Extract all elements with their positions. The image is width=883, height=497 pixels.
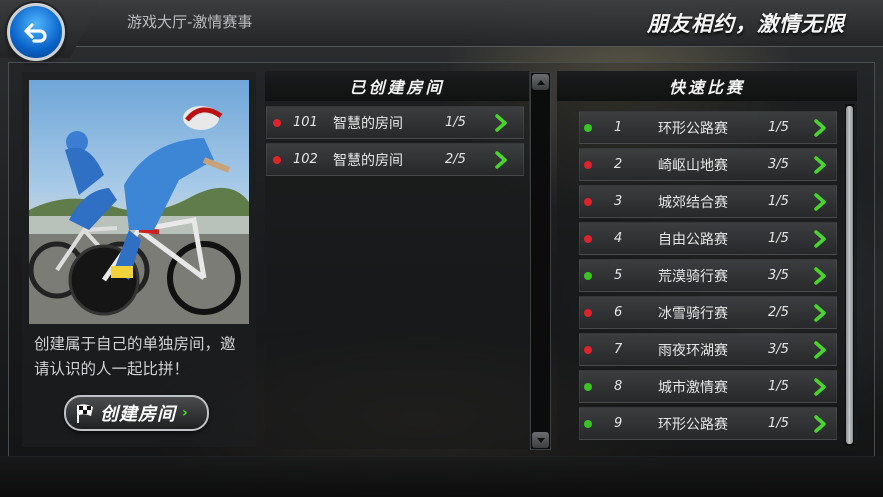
quick-match-row[interactable]: 7 雨夜环湖赛 3/5 bbox=[579, 333, 837, 366]
status-dot bbox=[584, 345, 592, 354]
match-number: 5 bbox=[614, 268, 623, 283]
room-name: 智慧的房间 bbox=[333, 152, 403, 169]
quick-match-row[interactable]: 1 环形公路赛 1/5 bbox=[579, 111, 837, 144]
status-dot bbox=[273, 155, 281, 164]
status-dot bbox=[584, 197, 592, 206]
match-number: 6 bbox=[614, 305, 623, 320]
join-match-button[interactable] bbox=[814, 266, 826, 285]
match-player-count: 3/5 bbox=[768, 157, 789, 172]
join-match-button[interactable] bbox=[814, 155, 826, 174]
match-name: 环形公路赛 bbox=[658, 120, 728, 137]
match-number: 8 bbox=[614, 379, 623, 394]
status-dot bbox=[584, 123, 592, 132]
scroll-up-button[interactable] bbox=[532, 74, 549, 90]
arrow-right-icon bbox=[814, 414, 826, 433]
enter-room-button[interactable] bbox=[495, 150, 507, 169]
arrow-right-icon bbox=[814, 229, 826, 248]
match-name: 自由公路赛 bbox=[658, 231, 728, 248]
room-player-count: 2/5 bbox=[445, 152, 466, 167]
match-number: 7 bbox=[614, 342, 623, 357]
join-match-button[interactable] bbox=[814, 229, 826, 248]
match-name: 崎岖山地赛 bbox=[658, 157, 728, 174]
status-dot bbox=[584, 419, 592, 428]
breadcrumb: 游戏大厅-激情赛事 bbox=[127, 13, 253, 31]
cyclists-image bbox=[29, 80, 249, 324]
room-player-count: 1/5 bbox=[445, 115, 466, 130]
room-name: 智慧的房间 bbox=[333, 115, 403, 132]
match-number: 2 bbox=[614, 157, 623, 172]
match-name: 冰雪骑行赛 bbox=[658, 305, 728, 322]
arrow-right-icon bbox=[495, 113, 507, 132]
match-number: 9 bbox=[614, 416, 623, 431]
arrow-right-icon bbox=[814, 155, 826, 174]
slogan-title: 朋友相约，激情无限 bbox=[647, 12, 845, 36]
status-dot bbox=[584, 234, 592, 243]
created-rooms-title: 已创建房间 bbox=[265, 71, 529, 101]
room-id: 102 bbox=[293, 152, 318, 167]
match-number: 3 bbox=[614, 194, 623, 209]
match-player-count: 1/5 bbox=[768, 120, 789, 135]
quick-match-row[interactable]: 2 崎岖山地赛 3/5 bbox=[579, 148, 837, 181]
match-player-count: 1/5 bbox=[768, 231, 789, 246]
arrow-right-icon bbox=[814, 118, 826, 137]
match-player-count: 3/5 bbox=[768, 268, 789, 283]
create-room-button-label: 创建房间 bbox=[100, 404, 176, 425]
created-room-row[interactable]: 102 智慧的房间 2/5 bbox=[266, 143, 524, 176]
join-match-button[interactable] bbox=[814, 118, 826, 137]
join-match-button[interactable] bbox=[814, 303, 826, 322]
back-arrow-icon bbox=[24, 23, 47, 43]
checkered-flag-icon bbox=[77, 404, 93, 423]
enter-room-button[interactable] bbox=[495, 113, 507, 132]
join-match-button[interactable] bbox=[814, 377, 826, 396]
arrow-right-icon bbox=[814, 303, 826, 322]
match-name: 城郊结合赛 bbox=[658, 194, 728, 211]
match-player-count: 1/5 bbox=[768, 194, 789, 209]
join-match-button[interactable] bbox=[814, 340, 826, 359]
created-room-row[interactable]: 101 智慧的房间 1/5 bbox=[266, 106, 524, 139]
quick-match-scroll-thumb[interactable] bbox=[846, 106, 853, 444]
status-dot bbox=[584, 308, 592, 317]
quick-match-row[interactable]: 4 自由公路赛 1/5 bbox=[579, 222, 837, 255]
room-id: 101 bbox=[293, 115, 318, 130]
quick-match-row[interactable]: 6 冰雪骑行赛 2/5 bbox=[579, 296, 837, 329]
arrow-right-icon bbox=[814, 377, 826, 396]
join-match-button[interactable] bbox=[814, 414, 826, 433]
match-name: 荒漠骑行赛 bbox=[658, 268, 728, 285]
created-rooms-scrollbar[interactable] bbox=[530, 72, 551, 450]
quick-match-title: 快速比赛 bbox=[557, 71, 857, 101]
status-dot bbox=[584, 382, 592, 391]
quick-match-row[interactable]: 5 荒漠骑行赛 3/5 bbox=[579, 259, 837, 292]
status-dot bbox=[273, 118, 281, 127]
back-button[interactable] bbox=[7, 3, 65, 61]
match-name: 城市激情赛 bbox=[658, 379, 728, 396]
bottom-bar bbox=[0, 456, 883, 497]
arrow-right-icon bbox=[814, 340, 826, 359]
create-room-button[interactable]: 创建房间 › bbox=[64, 395, 209, 431]
quick-match-scrollbar[interactable] bbox=[845, 104, 854, 446]
status-dot bbox=[584, 160, 592, 169]
scroll-down-button[interactable] bbox=[532, 432, 549, 448]
chevron-right-icon: › bbox=[182, 405, 188, 421]
join-match-button[interactable] bbox=[814, 192, 826, 211]
status-dot bbox=[584, 271, 592, 280]
create-room-description: 创建属于自己的单独房间，邀请认识的人一起比拼！ bbox=[34, 335, 236, 378]
match-player-count: 2/5 bbox=[768, 305, 789, 320]
match-player-count: 3/5 bbox=[768, 342, 789, 357]
quick-match-row[interactable]: 9 环形公路赛 1/5 bbox=[579, 407, 837, 440]
match-player-count: 1/5 bbox=[768, 416, 789, 431]
match-player-count: 1/5 bbox=[768, 379, 789, 394]
quick-match-row[interactable]: 3 城郊结合赛 1/5 bbox=[579, 185, 837, 218]
arrow-right-icon bbox=[495, 150, 507, 169]
quick-match-row[interactable]: 8 城市激情赛 1/5 bbox=[579, 370, 837, 403]
match-name: 环形公路赛 bbox=[658, 416, 728, 433]
match-name: 雨夜环湖赛 bbox=[658, 342, 728, 359]
match-number: 4 bbox=[614, 231, 623, 246]
arrow-right-icon bbox=[814, 266, 826, 285]
match-number: 1 bbox=[614, 120, 623, 135]
arrow-right-icon bbox=[814, 192, 826, 211]
